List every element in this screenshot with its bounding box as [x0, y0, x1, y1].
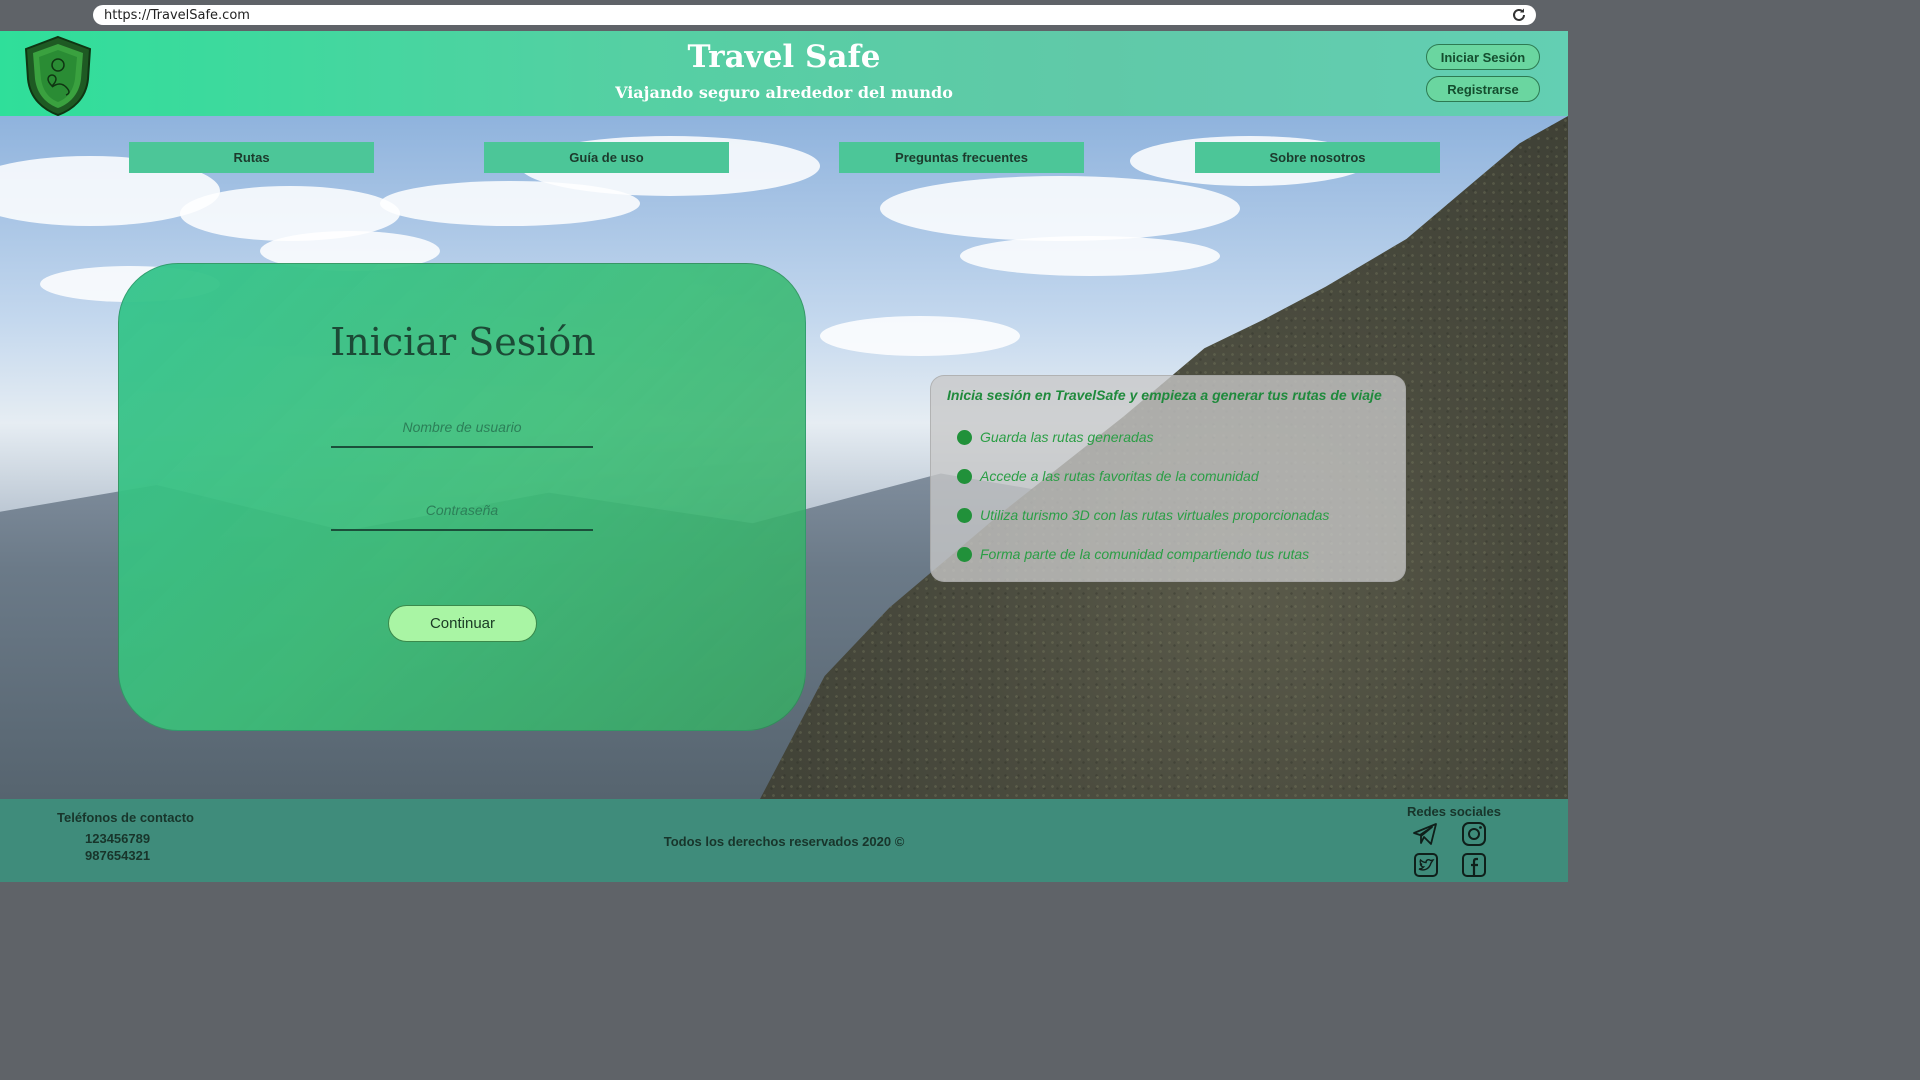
password-input[interactable] — [331, 491, 593, 531]
address-bar[interactable]: https://TravelSafe.com — [93, 5, 1536, 25]
info-panel: Inicia sesión en TravelSafe y empieza a … — [930, 375, 1406, 582]
nav-preguntas-frecuentes[interactable]: Preguntas frecuentes — [839, 142, 1084, 173]
contact-phones-title: Teléfonos de contacto — [57, 810, 194, 825]
telegram-icon[interactable] — [1412, 821, 1438, 847]
site-footer: Teléfonos de contacto 123456789 98765432… — [0, 799, 1568, 882]
copyright-text: Todos los derechos reservados 2020 © — [663, 834, 905, 849]
twitter-icon[interactable] — [1413, 852, 1439, 878]
info-heading: Inicia sesión en TravelSafe y empieza a … — [947, 387, 1382, 403]
list-item-text: Forma parte de la comunidad compartiendo… — [980, 546, 1310, 562]
list-item: Guarda las rutas generadas — [957, 429, 1154, 445]
url-text[interactable]: https://TravelSafe.com — [104, 8, 250, 23]
browser-toolbar: https://TravelSafe.com — [0, 0, 1568, 31]
continue-button[interactable]: Continuar — [388, 605, 537, 642]
username-input[interactable] — [331, 408, 593, 448]
nav-rutas[interactable]: Rutas — [129, 142, 374, 173]
site-subtitle: Viajando seguro alrededor del mundo — [615, 83, 953, 102]
list-item-text: Utiliza turismo 3D con las rutas virtual… — [980, 507, 1330, 523]
bullet-dot-icon — [957, 546, 972, 562]
facebook-icon[interactable] — [1461, 852, 1487, 878]
list-item-text: Guarda las rutas generadas — [980, 429, 1154, 445]
bullet-dot-icon — [957, 468, 972, 484]
login-card: Iniciar Sesión Continuar — [118, 263, 806, 731]
site-header: Travel Safe Viajando seguro alrededor de… — [0, 31, 1568, 117]
social-title: Redes sociales — [1407, 804, 1501, 819]
nav-guia-de-uso[interactable]: Guía de uso — [484, 142, 729, 173]
login-title: Iniciar Sesión — [330, 320, 596, 364]
reload-icon[interactable] — [1511, 7, 1527, 23]
list-item-text: Accede a las rutas favoritas de la comun… — [980, 468, 1259, 484]
bullet-dot-icon — [957, 507, 972, 523]
bullet-dot-icon — [957, 429, 972, 445]
header-login-button[interactable]: Iniciar Sesión — [1426, 44, 1540, 70]
list-item: Utiliza turismo 3D con las rutas virtual… — [957, 507, 1329, 523]
header-register-button[interactable]: Registrarse — [1426, 76, 1540, 102]
instagram-icon[interactable] — [1461, 821, 1487, 847]
list-item: Forma parte de la comunidad compartiendo… — [957, 546, 1309, 562]
list-item: Accede a las rutas favoritas de la comun… — [957, 468, 1259, 484]
site-title: Travel Safe — [687, 39, 881, 75]
nav-sobre-nosotros[interactable]: Sobre nosotros — [1195, 142, 1440, 173]
contact-phone: 987654321 — [85, 848, 151, 863]
